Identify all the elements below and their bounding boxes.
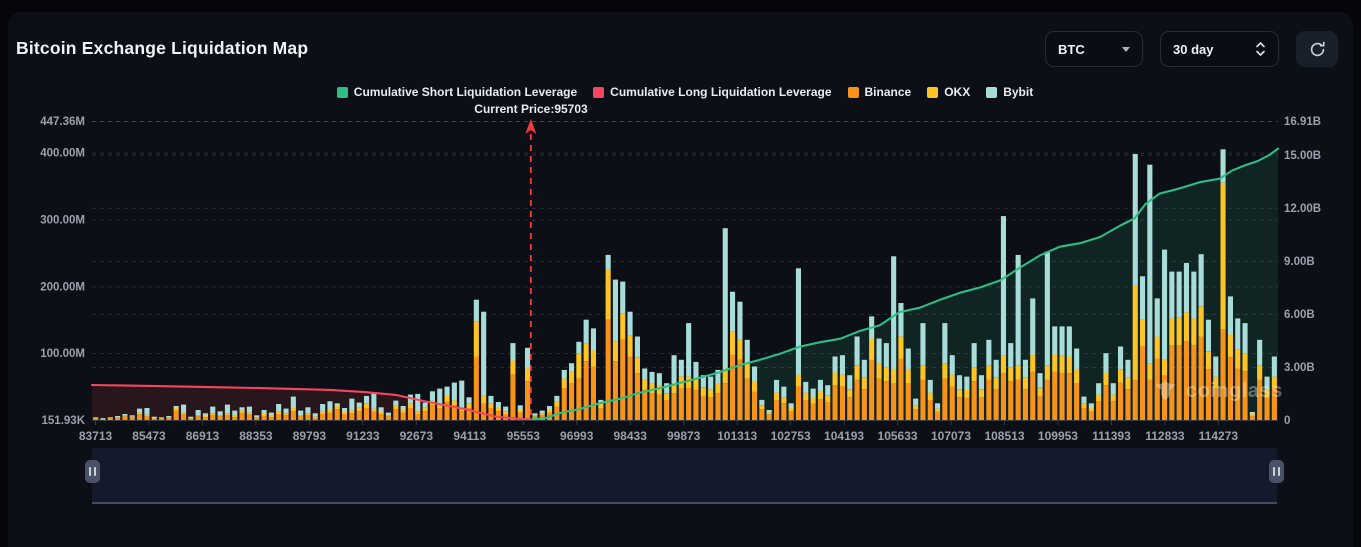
chart-controls: BTC 30 day (1045, 31, 1338, 67)
spinner-arrows-icon (1256, 42, 1265, 56)
page-title: Bitcoin Exchange Liquidation Map (16, 38, 309, 58)
legend-label: OKX (944, 85, 971, 99)
legend-swatch-icon (927, 86, 939, 98)
navigator-right-handle[interactable] (1269, 460, 1284, 483)
symbol-select-value: BTC (1058, 41, 1085, 57)
legend-swatch-icon (986, 86, 998, 98)
legend-item-cumulative-short-liquidation-leverage[interactable]: Cumulative Short Liquidation Leverage (336, 85, 578, 99)
navigator-left-handle[interactable] (85, 460, 100, 483)
current-price-label: Current Price:95703 (474, 102, 588, 116)
legend-item-bybit[interactable]: Bybit (986, 85, 1033, 99)
symbol-select[interactable]: BTC (1045, 31, 1143, 67)
legend-item-binance[interactable]: Binance (847, 85, 912, 99)
legend-label: Cumulative Short Liquidation Leverage (353, 85, 578, 99)
legend-swatch-icon (847, 86, 859, 98)
legend-item-cumulative-long-liquidation-leverage[interactable]: Cumulative Long Liquidation Leverage (593, 85, 832, 99)
navigator-axis-line (92, 502, 1277, 504)
legend-label: Cumulative Long Liquidation Leverage (610, 85, 832, 99)
chart-legend: Cumulative Short Liquidation Leverage Cum… (92, 85, 1278, 99)
refresh-icon (1310, 41, 1325, 56)
period-select-value: 30 day (1173, 41, 1214, 57)
period-select[interactable]: 30 day (1160, 31, 1279, 67)
legend-label: Binance (864, 85, 912, 99)
legend-label: Bybit (1003, 85, 1034, 99)
chevron-down-icon (1122, 46, 1130, 52)
legend-item-okx[interactable]: OKX (927, 85, 970, 99)
chart-range-navigator[interactable] (92, 448, 1277, 502)
legend-swatch-icon (593, 86, 605, 98)
refresh-button[interactable] (1296, 31, 1338, 67)
legend-swatch-icon (336, 86, 348, 98)
